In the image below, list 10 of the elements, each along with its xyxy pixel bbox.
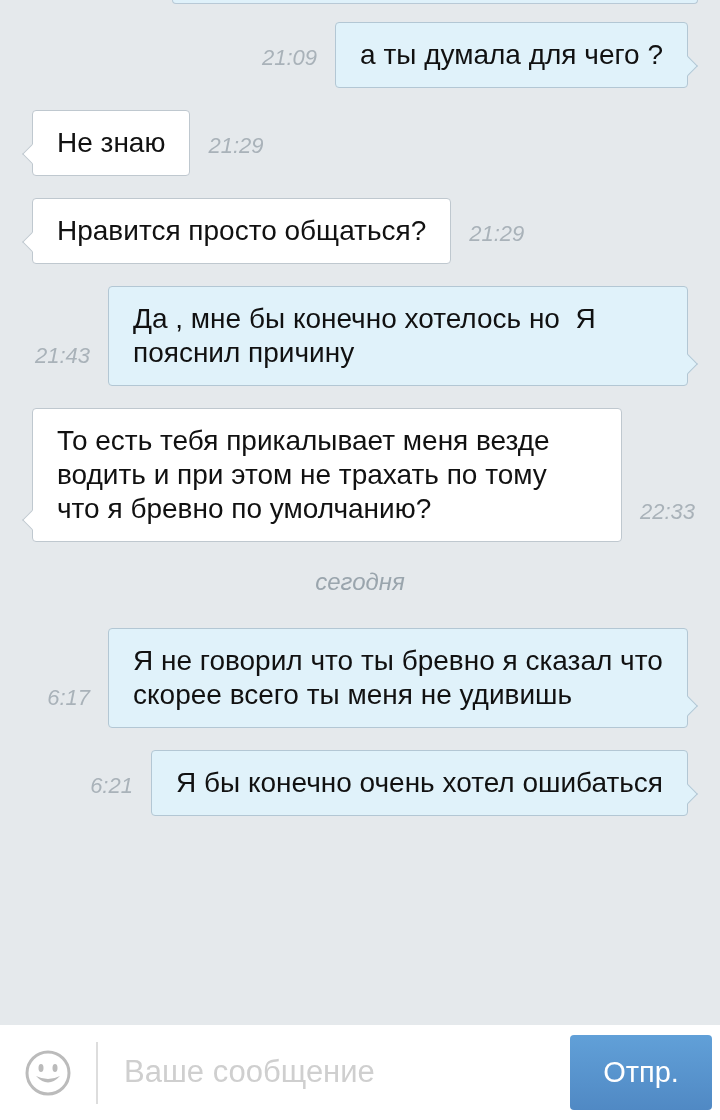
send-button[interactable]: Отпр. bbox=[570, 1035, 712, 1110]
date-separator: сегодня bbox=[314, 567, 406, 597]
message-time: 6:21 bbox=[90, 772, 133, 800]
message-time: 21:29 bbox=[469, 220, 525, 248]
message-time: 21:09 bbox=[262, 44, 318, 72]
message-time: 22:33 bbox=[640, 498, 696, 526]
message-time: 21:29 bbox=[208, 132, 264, 160]
message-time: 6:17 bbox=[47, 684, 90, 712]
message-time: 21:43 bbox=[34, 342, 90, 370]
emoji-icon[interactable] bbox=[24, 1048, 72, 1097]
